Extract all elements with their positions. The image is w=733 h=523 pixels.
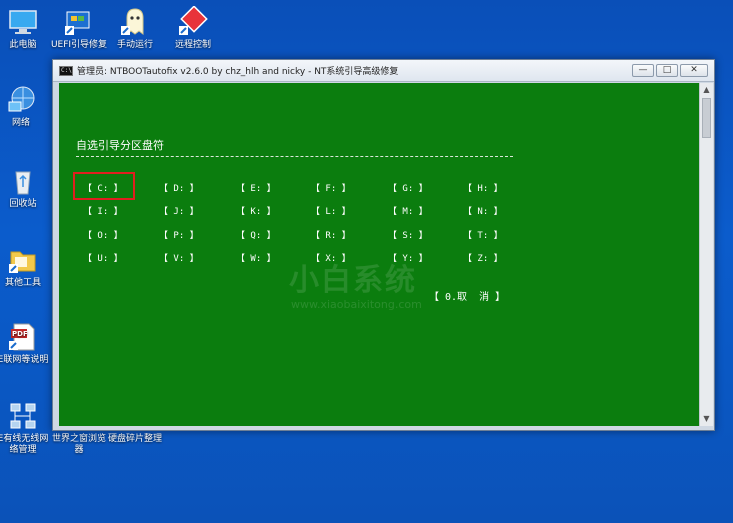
drive-option[interactable]: 【 E: 】 bbox=[236, 181, 276, 194]
desktop-icon-pdf[interactable]: PDF E联网等说明 bbox=[0, 321, 52, 366]
drive-option[interactable]: 【 P: 】 bbox=[159, 228, 199, 241]
drive-option[interactable]: 【 S: 】 bbox=[388, 228, 428, 241]
drive-option[interactable]: 【 U: 】 bbox=[83, 251, 123, 264]
drive-option[interactable]: 【 I: 】 bbox=[83, 204, 123, 217]
divider bbox=[76, 156, 513, 157]
remote-control-icon bbox=[177, 5, 209, 38]
drive-option[interactable]: 【 J: 】 bbox=[159, 204, 199, 217]
desktop-icon-remote-control[interactable]: 远程控制 bbox=[164, 5, 222, 51]
svg-text:PDF: PDF bbox=[12, 330, 28, 338]
desktop-icon-label: 远程控制 bbox=[174, 40, 211, 50]
scrollbar[interactable]: ▲ ▼ bbox=[699, 83, 713, 426]
desktop-icon-network[interactable]: 网络 bbox=[0, 84, 50, 129]
drive-option[interactable]: 【 Y: 】 bbox=[388, 251, 428, 264]
pdf-icon: PDF bbox=[7, 321, 39, 353]
folder-icon bbox=[7, 244, 39, 276]
network-icon bbox=[5, 84, 37, 116]
window-title: 管理员: NTBOOTautofix v2.6.0 by chz_hlh and… bbox=[77, 67, 399, 77]
drive-option[interactable]: 【 T: 】 bbox=[463, 228, 503, 241]
cmd-icon: C:\ bbox=[59, 65, 73, 76]
desktop-icon-label: E联网等说明 bbox=[0, 355, 49, 365]
desktop-icon-label: 其他工具 bbox=[4, 278, 41, 288]
drive-option[interactable]: 【 F: 】 bbox=[311, 181, 351, 194]
drive-option[interactable]: 【 Q: 】 bbox=[236, 228, 276, 241]
network-manager-icon bbox=[7, 400, 39, 432]
console-window: C:\ 管理员: NTBOOTautofix v2.6.0 by chz_hlh… bbox=[52, 59, 715, 431]
desktop-icon-this-pc[interactable]: 此电脑 bbox=[0, 6, 52, 51]
close-button[interactable]: ✕ bbox=[680, 64, 708, 77]
drive-option[interactable]: 【 L: 】 bbox=[311, 204, 351, 217]
desktop-icon-label: 网络 bbox=[11, 118, 30, 128]
desktop-icon-label: 回收站 bbox=[9, 199, 37, 209]
scroll-thumb[interactable] bbox=[702, 98, 711, 138]
drive-option[interactable]: 【 H: 】 bbox=[463, 181, 503, 194]
desktop-icon-label: 此电脑 bbox=[9, 40, 37, 50]
drive-option[interactable]: 【 Z: 】 bbox=[463, 251, 503, 264]
minimize-button[interactable]: — bbox=[632, 64, 654, 77]
ghost-icon bbox=[119, 6, 151, 38]
watermark-url: www.xiaobaixitong.com bbox=[291, 298, 422, 311]
title-bar[interactable]: C:\ 管理员: NTBOOTautofix v2.6.0 by chz_hlh… bbox=[53, 60, 714, 82]
scroll-up-icon[interactable]: ▲ bbox=[700, 83, 713, 97]
console-area[interactable]: 小白系统 www.xiaobaixitong.com 自选引导分区盘符 【 C:… bbox=[59, 83, 699, 426]
drive-option[interactable]: 【 G: 】 bbox=[388, 181, 428, 194]
desktop-icon-label: 手动运行 bbox=[116, 40, 153, 50]
desktop-icon-recycle-bin[interactable]: 回收站 bbox=[0, 165, 52, 210]
scroll-down-icon[interactable]: ▼ bbox=[700, 412, 713, 426]
drive-option[interactable]: 【 M: 】 bbox=[388, 204, 428, 217]
drive-option[interactable]: 【 R: 】 bbox=[311, 228, 351, 241]
drive-option[interactable]: 【 V: 】 bbox=[159, 251, 199, 264]
drive-option[interactable]: 【 D: 】 bbox=[159, 181, 199, 194]
desktop-icon-label: 硬盘碎片整理 bbox=[107, 434, 162, 444]
drive-option[interactable]: 【 W: 】 bbox=[236, 251, 276, 264]
drive-option[interactable]: 【 N: 】 bbox=[463, 204, 503, 217]
desktop-icon-label: 世界之窗浏览器 bbox=[51, 434, 106, 455]
uefi-repair-icon bbox=[63, 6, 95, 38]
drive-option[interactable]: 【 X: 】 bbox=[311, 251, 351, 264]
desktop-icon-uefi-repair[interactable]: UEFI引导修复 bbox=[50, 6, 108, 51]
cancel-option[interactable]: 【 0.取 消 】 bbox=[429, 288, 505, 303]
drive-option[interactable]: 【 K: 】 bbox=[236, 204, 276, 217]
drive-option[interactable]: 【 O: 】 bbox=[83, 228, 123, 241]
desktop-icon-label: UEFI引导修复 bbox=[50, 40, 108, 50]
selected-drive-highlight bbox=[73, 172, 135, 200]
desktop-icon-ghost[interactable]: 手动运行 bbox=[106, 6, 164, 51]
page-title: 自选引导分区盘符 bbox=[76, 139, 164, 152]
desktop-icon-label: E有线无线网络管理 bbox=[0, 434, 49, 455]
computer-icon bbox=[7, 6, 39, 38]
recycle-bin-icon bbox=[7, 165, 39, 197]
desktop-icon-other-tools[interactable]: 其他工具 bbox=[0, 244, 52, 289]
desktop-icon-network-manager[interactable]: E有线无线网络管理 bbox=[0, 400, 52, 456]
maximize-button[interactable]: □ bbox=[656, 64, 678, 77]
